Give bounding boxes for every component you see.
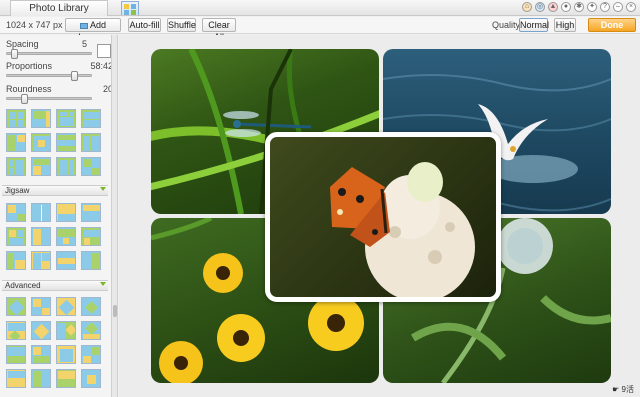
- template-thumbnail[interactable]: [56, 227, 76, 246]
- template-thumbnail[interactable]: [56, 369, 76, 388]
- template-thumbnail[interactable]: [31, 345, 51, 364]
- template-thumbnail[interactable]: [6, 345, 26, 364]
- template-thumbnail[interactable]: [56, 251, 76, 270]
- template-thumbnail[interactable]: [6, 203, 26, 222]
- proportions-slider-thumb[interactable]: [71, 71, 78, 81]
- proportions-value: 58:42: [90, 61, 112, 71]
- template-thumbnail[interactable]: [31, 369, 51, 388]
- chevron-down-icon: [100, 282, 106, 286]
- template-thumbnail[interactable]: [6, 369, 26, 388]
- template-thumbnail[interactable]: [81, 321, 101, 340]
- section-advanced-label: Advanced: [5, 281, 41, 290]
- template-thumbnail[interactable]: [81, 345, 101, 364]
- sidebar-scrollbar[interactable]: [112, 35, 118, 397]
- template-thumbnail[interactable]: [56, 297, 76, 316]
- template-thumbnail[interactable]: [6, 133, 26, 152]
- canvas-dimensions: 1024 x 747 px: [6, 20, 63, 30]
- template-thumbnail[interactable]: [31, 157, 51, 176]
- spacing-value: 5: [81, 39, 87, 49]
- collage-canvas[interactable]: ☛ 9活: [119, 35, 640, 397]
- template-thumbnail[interactable]: [81, 251, 101, 270]
- help-icon[interactable]: ?: [600, 2, 610, 12]
- template-thumbnail[interactable]: [56, 345, 76, 364]
- roundness-label: Roundness: [6, 84, 52, 94]
- template-thumbnail[interactable]: [81, 157, 101, 176]
- quality-high-button[interactable]: High: [554, 18, 576, 32]
- template-thumbnail[interactable]: [56, 321, 76, 340]
- photo-butterfly[interactable]: [265, 132, 501, 302]
- roundness-slider[interactable]: [6, 94, 92, 104]
- template-thumbnail[interactable]: [31, 297, 51, 316]
- template-thumbnail[interactable]: [6, 109, 26, 128]
- window-controls: ⌂ ◎ ▲ ● ✱ ✦ ? – ×: [522, 2, 636, 12]
- template-thumbnail[interactable]: [6, 321, 26, 340]
- template-thumbnail[interactable]: [56, 157, 76, 176]
- tool-icon[interactable]: ✦: [587, 2, 597, 12]
- template-thumbnail[interactable]: [56, 203, 76, 222]
- template-thumbnail[interactable]: [81, 133, 101, 152]
- section-advanced-header[interactable]: Advanced: [2, 280, 108, 291]
- template-thumbnail[interactable]: [31, 321, 51, 340]
- done-button[interactable]: Done: [588, 18, 636, 32]
- auto-fill-button[interactable]: Auto-fill: [128, 18, 161, 32]
- flag-icon[interactable]: ▲: [548, 2, 558, 12]
- clear-all-button[interactable]: Clear All: [202, 18, 236, 42]
- proportions-label: Proportions: [6, 61, 53, 71]
- template-thumbnail[interactable]: [81, 369, 101, 388]
- template-thumbnail[interactable]: [31, 227, 51, 246]
- template-thumbnail[interactable]: [81, 227, 101, 246]
- spacing-label: Spacing: [6, 39, 39, 49]
- tab-bar: Photo Library ⌂ ◎ ▲ ● ✱ ✦ ? – ×: [0, 0, 640, 16]
- roundness-value: 20: [102, 84, 112, 94]
- minimize-icon[interactable]: –: [613, 2, 623, 12]
- section-jigsaw-label: Jigsaw: [5, 186, 30, 195]
- tab-collage-icon[interactable]: [121, 1, 139, 15]
- close-icon[interactable]: ×: [626, 2, 636, 12]
- shuffle-button[interactable]: Shuffle: [167, 18, 196, 32]
- template-thumbnail[interactable]: [31, 133, 51, 152]
- proportions-slider[interactable]: [6, 71, 92, 81]
- spacing-slider-thumb[interactable]: [11, 49, 18, 59]
- quality-normal-button[interactable]: Normal: [519, 18, 549, 32]
- template-thumbnail[interactable]: [6, 227, 26, 246]
- status-text: ☛ 9活: [612, 385, 634, 394]
- template-thumbnail[interactable]: [81, 297, 101, 316]
- template-thumbnail[interactable]: [56, 133, 76, 152]
- quality-label: Quality:: [492, 20, 523, 30]
- user-icon[interactable]: ●: [561, 2, 571, 12]
- roundness-slider-thumb[interactable]: [21, 94, 28, 104]
- template-thumbnail[interactable]: [6, 297, 26, 316]
- sidebar: Spacing 5 Proportions 58:42 Roundness 20…: [0, 35, 112, 397]
- template-thumbnail[interactable]: [31, 251, 51, 270]
- background-color-swatch[interactable]: [97, 44, 111, 58]
- template-thumbnail[interactable]: [81, 203, 101, 222]
- template-thumbnail[interactable]: [6, 251, 26, 270]
- template-thumbnail[interactable]: [31, 203, 51, 222]
- template-thumbnail[interactable]: [6, 157, 26, 176]
- template-thumbnail[interactable]: [56, 109, 76, 128]
- add-images-button[interactable]: Add Images: [65, 18, 121, 42]
- butterfly-image: [330, 162, 475, 297]
- jigsaw-templates: [6, 203, 101, 270]
- globe-icon[interactable]: ◎: [535, 2, 545, 12]
- scrollbar-grip[interactable]: [113, 305, 117, 317]
- gear-icon[interactable]: ✱: [574, 2, 584, 12]
- chevron-down-icon: [100, 187, 106, 191]
- template-thumbnail[interactable]: [31, 109, 51, 128]
- template-thumbnail[interactable]: [81, 109, 101, 128]
- tab-photo-library[interactable]: Photo Library: [10, 0, 108, 16]
- grid-templates: [6, 109, 101, 176]
- toolbar: 1024 x 747 px Add Images Auto-fill Shuff…: [0, 17, 640, 42]
- home-icon[interactable]: ⌂: [522, 2, 532, 12]
- section-jigsaw-header[interactable]: Jigsaw: [2, 185, 108, 196]
- spacing-slider[interactable]: [6, 49, 92, 59]
- advanced-templates: [6, 297, 101, 388]
- image-icon: [79, 22, 88, 29]
